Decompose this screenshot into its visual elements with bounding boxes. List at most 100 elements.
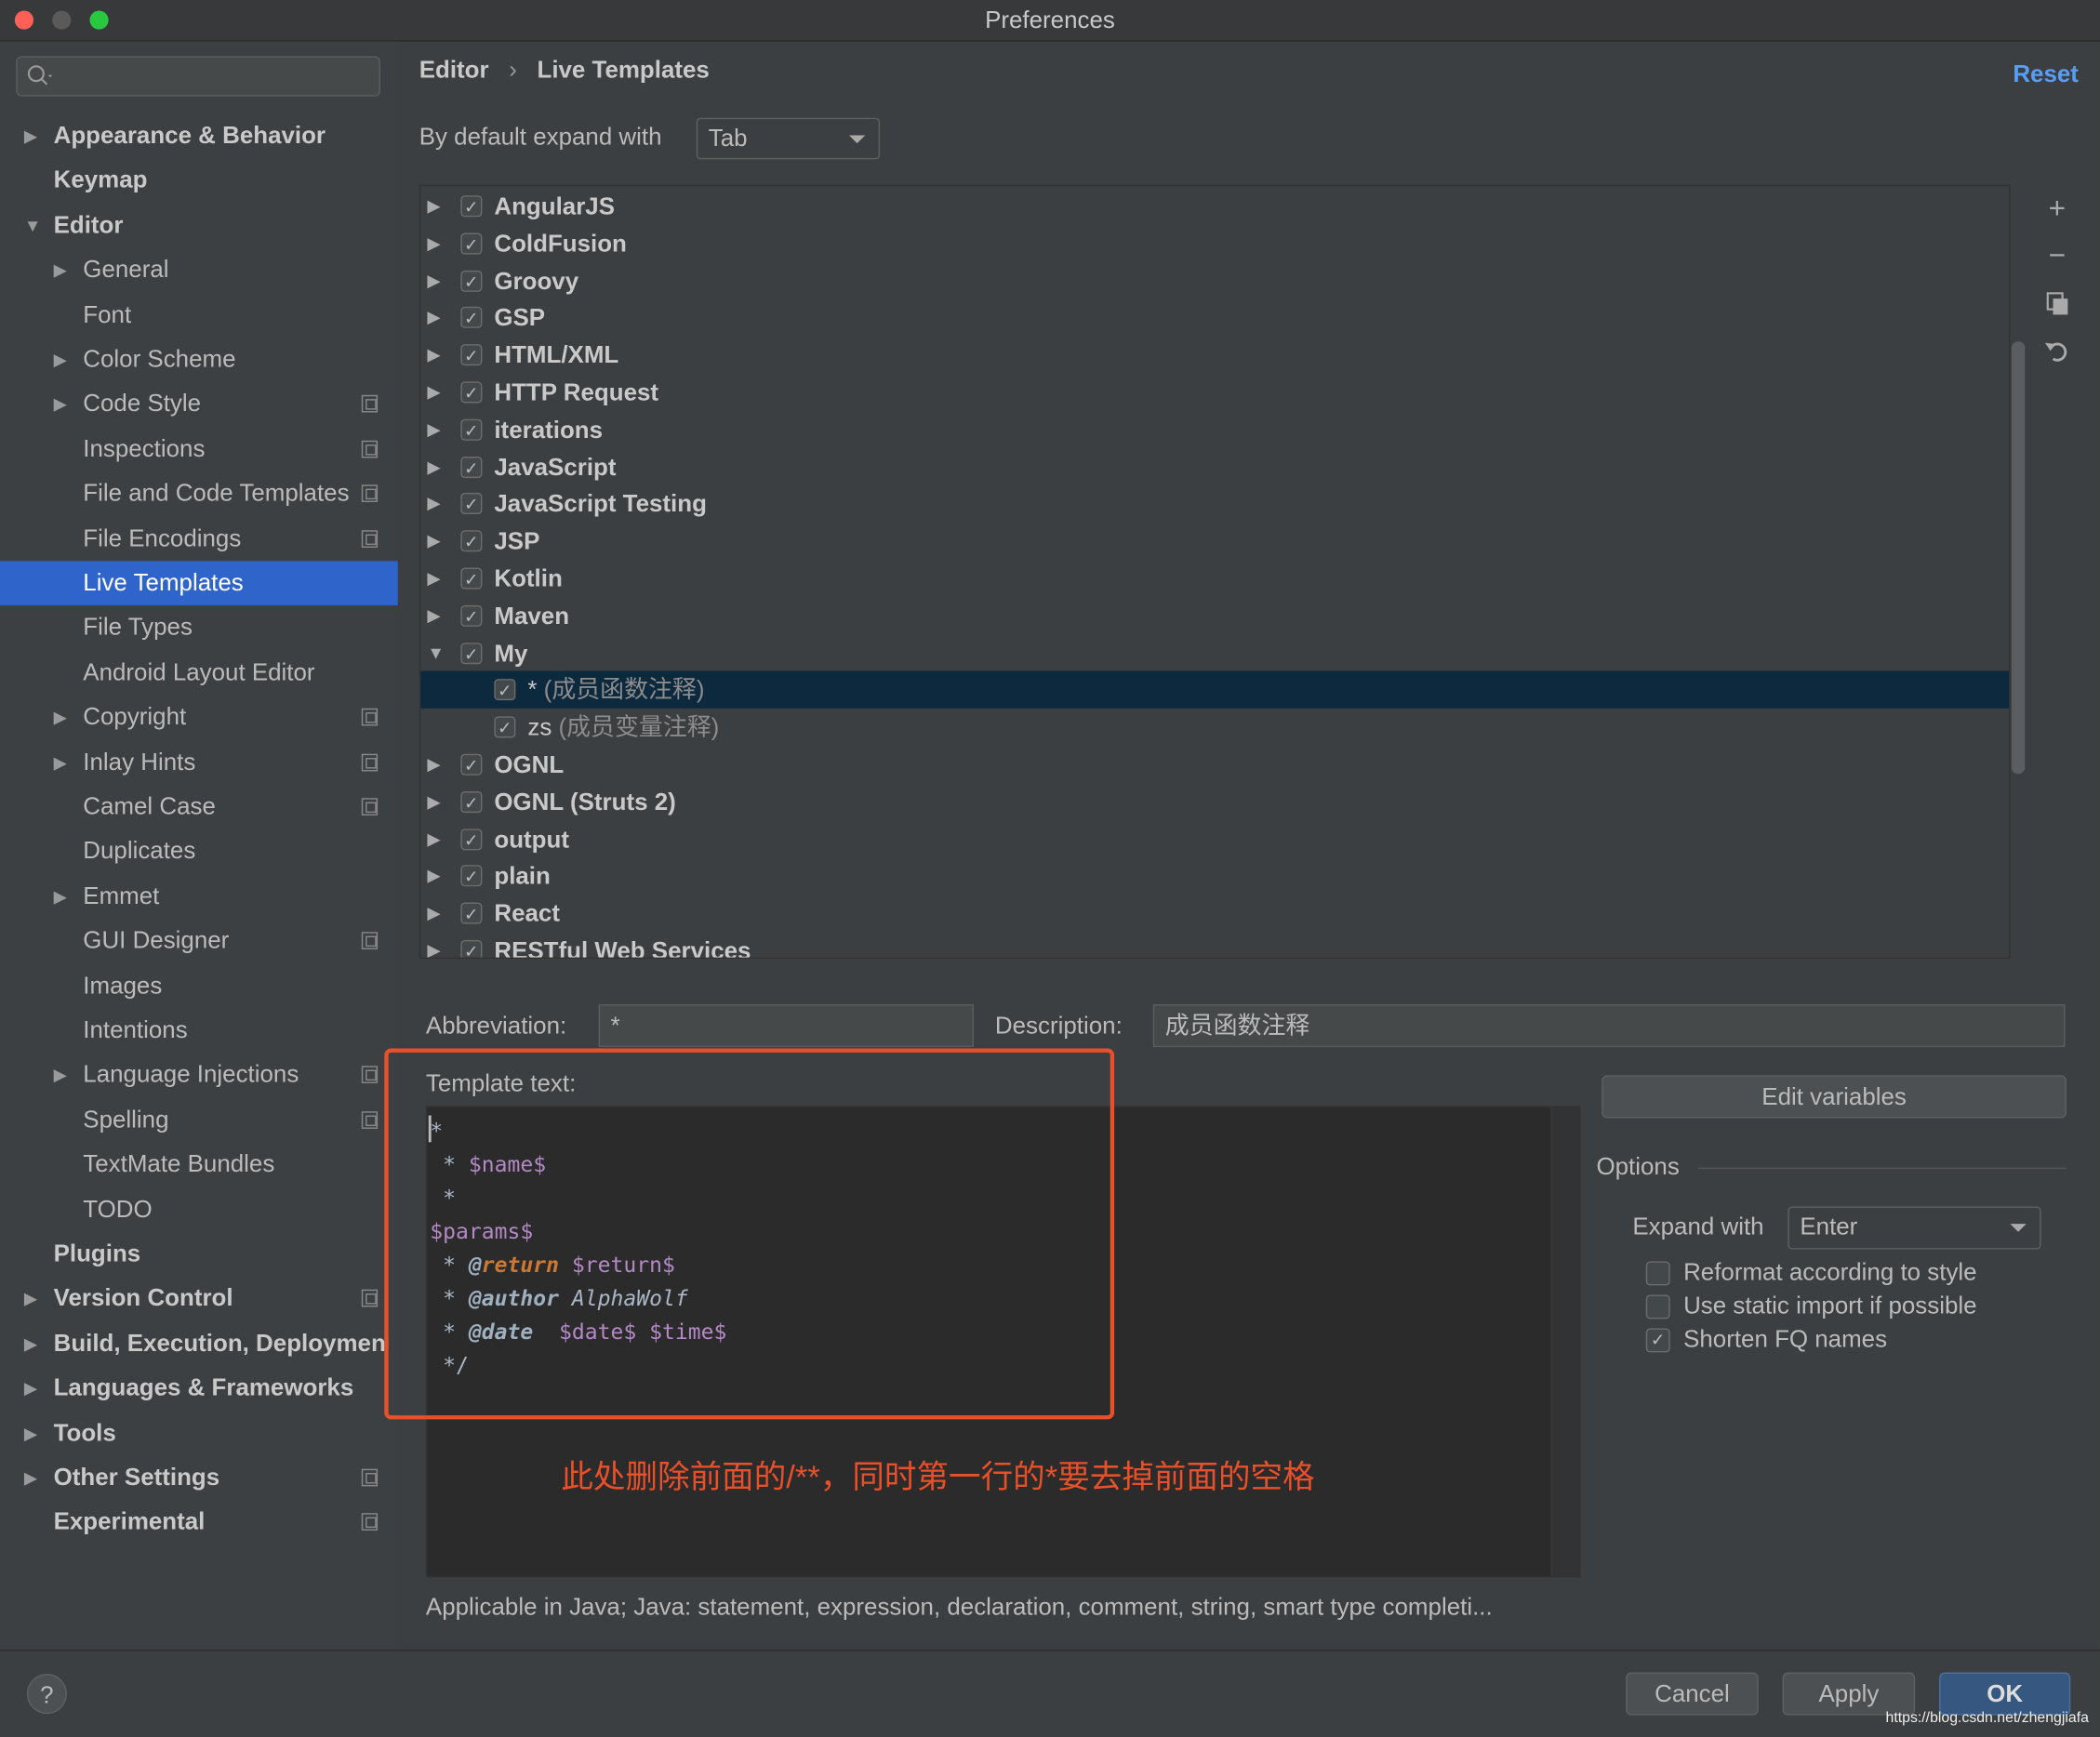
sidebar-item[interactable]: Android Layout Editor [0,651,398,696]
template-tree-row[interactable]: ▼ ✓ My [420,634,2009,671]
chevron-right-icon[interactable]: ▶ [427,448,440,485]
template-tree-row[interactable]: ▶ ✓ GSP [420,299,2009,337]
sidebar-item[interactable]: ▶ Appearance & Behavior [0,113,398,158]
chevron-right-icon[interactable]: ▶ [427,560,440,597]
template-tree-row[interactable]: ▶ ✓ plain [420,857,2009,895]
chevron-right-icon[interactable]: ▶ [427,783,440,820]
breadcrumb-editor[interactable]: Editor [419,56,489,83]
template-checkbox[interactable]: ✓ [460,604,483,627]
chevron-right-icon[interactable]: ▶ [427,857,440,895]
template-tree-row[interactable]: ▶ ✓ OGNL (Struts 2) [420,783,2009,820]
template-tree-row[interactable]: ▶ ✓ iterations [420,411,2009,448]
checkbox[interactable] [1645,1294,1670,1319]
sidebar-item[interactable]: File and Code Templates [0,471,398,516]
template-checkbox[interactable]: ✓ [460,456,483,478]
template-checkbox[interactable]: ✓ [460,195,483,218]
template-checkbox[interactable]: ✓ [460,530,483,552]
template-checkbox[interactable]: ✓ [460,790,483,813]
chevron-right-icon[interactable]: ▶ [427,188,440,225]
copy-icon[interactable] [2042,289,2072,324]
template-tree-row[interactable]: ▶ ✓ React [420,895,2009,932]
chevron-right-icon[interactable]: ▶ [427,895,440,932]
applicable-contexts[interactable]: Applicable in Java; Java: statement, exp… [426,1594,1493,1622]
template-tree-row[interactable]: ▶ ✓ HTML/XML [420,337,2009,374]
sidebar-item[interactable]: File Types [0,605,398,650]
minus-icon[interactable]: − [2042,238,2072,272]
template-checkbox[interactable]: ✓ [460,493,483,515]
sidebar-item[interactable]: ▶ Code Style [0,382,398,427]
template-checkbox[interactable]: ✓ [494,716,516,738]
template-tree-row[interactable]: ▶ ✓ Kotlin [420,560,2009,597]
plus-icon[interactable]: + [2042,192,2072,226]
apply-button[interactable]: Apply [1782,1672,1916,1716]
chevron-down-icon[interactable]: ▼ [427,634,445,671]
reset-link[interactable]: Reset [2013,60,2079,88]
template-checkbox[interactable]: ✓ [460,381,483,404]
template-tree-row[interactable]: ▶ ✓ ColdFusion [420,225,2009,262]
ok-button[interactable]: OK [1939,1672,2071,1716]
template-checkbox[interactable]: ✓ [494,679,516,701]
cancel-button[interactable]: Cancel [1626,1672,1759,1716]
sidebar-item[interactable]: File Encodings [0,516,398,561]
sidebar-item[interactable]: ▶ Other Settings [0,1455,398,1500]
edit-variables-button[interactable]: Edit variables [1602,1075,2067,1119]
chevron-right-icon[interactable]: ▶ [427,262,440,299]
chevron-right-icon[interactable]: ▶ [427,597,440,634]
chevron-right-icon[interactable]: ▶ [427,299,440,337]
chevron-right-icon[interactable]: ▶ [427,485,440,523]
template-checkbox[interactable]: ✓ [460,828,483,850]
sidebar-item[interactable]: Spelling [0,1098,398,1143]
sidebar-item[interactable]: TextMate Bundles [0,1143,398,1187]
chevron-right-icon[interactable]: ▶ [427,523,440,560]
chevron-right-icon[interactable]: ▶ [427,374,440,411]
sidebar-item[interactable]: ▶ Build, Execution, Deployment [0,1321,398,1366]
description-input[interactable]: 成员函数注释 [1152,1004,2066,1048]
template-tree-row[interactable]: ▶ ✓ JavaScript Testing [420,485,2009,523]
chevron-right-icon[interactable]: ▶ [54,1053,67,1097]
chevron-right-icon[interactable]: ▶ [24,1321,37,1366]
chevron-right-icon[interactable]: ▶ [54,338,67,382]
template-tree-row[interactable]: ▶ ✓ HTTP Request [420,374,2009,411]
template-tree-row[interactable]: ▶ ✓ RESTful Web Services [420,932,2009,958]
template-tree-row[interactable]: ▶ ✓ output [420,820,2009,857]
chevron-right-icon[interactable]: ▶ [24,1366,37,1411]
sidebar-item[interactable]: Images [0,963,398,1008]
sidebar-item[interactable]: Camel Case [0,785,398,829]
template-tree-row[interactable]: ▶ ✓ JavaScript [420,448,2009,485]
template-checkbox[interactable]: ✓ [460,418,483,441]
chevron-right-icon[interactable]: ▶ [54,696,67,740]
revert-icon[interactable] [2042,338,2072,372]
sidebar-item[interactable]: ▶ Language Injections [0,1053,398,1097]
tree-scrollbar[interactable] [2011,341,2026,775]
chevron-right-icon[interactable]: ▶ [54,740,67,785]
sidebar-item[interactable]: ▶ Copyright [0,696,398,740]
template-tree-row[interactable]: ✓ * (成员函数注释) [420,671,2009,709]
checkbox[interactable] [1645,1261,1670,1286]
sidebar-item[interactable]: TODO [0,1187,398,1232]
chevron-right-icon[interactable]: ▶ [24,1455,37,1500]
sidebar-item[interactable]: ▶ Tools [0,1411,398,1455]
sidebar-item[interactable]: ▶ Color Scheme [0,338,398,382]
sidebar-item[interactable]: Intentions [0,1008,398,1053]
chevron-down-icon[interactable]: ▼ [24,204,42,248]
template-tree-row[interactable]: ▶ ✓ JSP [420,523,2009,560]
help-button[interactable]: ? [26,1674,67,1715]
template-checkbox[interactable]: ✓ [460,939,483,958]
template-tree-row[interactable]: ✓ zs (成员变量注释) [420,709,2009,746]
sidebar-item[interactable]: ▼ Editor [0,204,398,248]
sidebar-item[interactable]: ▶ General [0,248,398,293]
chevron-right-icon[interactable]: ▶ [427,337,440,374]
sidebar-item[interactable]: Font [0,293,398,338]
template-tree-row[interactable]: ▶ ✓ OGNL [420,746,2009,783]
settings-search-input[interactable] [16,56,380,97]
expand-with-dropdown[interactable]: Enter [1788,1206,2041,1250]
default-expand-dropdown[interactable]: Tab [696,117,881,160]
template-tree-row[interactable]: ▶ ✓ Groovy [420,262,2009,299]
chevron-right-icon[interactable]: ▶ [54,382,67,427]
template-checkbox[interactable]: ✓ [460,307,483,329]
sidebar-item[interactable]: ▶ Inlay Hints [0,740,398,785]
checkbox[interactable]: ✓ [1645,1328,1670,1353]
sidebar-item[interactable]: Inspections [0,427,398,471]
chevron-right-icon[interactable]: ▶ [24,1411,37,1455]
sidebar-item[interactable]: Duplicates [0,829,398,874]
